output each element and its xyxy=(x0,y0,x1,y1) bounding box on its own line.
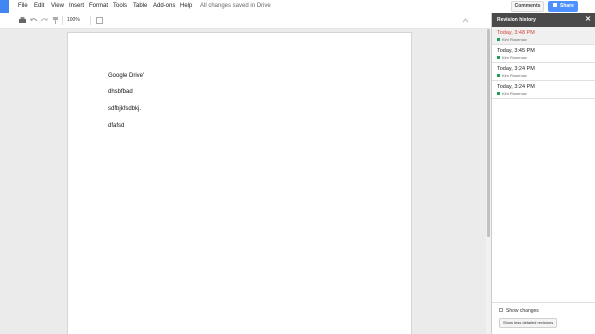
comments-button[interactable]: Comments xyxy=(511,1,544,12)
undo-icon[interactable] xyxy=(29,16,38,25)
menu-insert[interactable]: Insert xyxy=(69,3,84,9)
doc-line[interactable]: sdfbjkfsdbkj. xyxy=(108,106,141,112)
menu-view[interactable]: View xyxy=(51,3,64,9)
revision-history-panel: Revision history ✕ Today, 3:48 PM Kim Ro… xyxy=(491,13,595,334)
menu-edit[interactable]: Edit xyxy=(34,3,44,9)
menu-add-ons[interactable]: Add-ons xyxy=(153,3,175,9)
toolbar-divider xyxy=(90,16,91,25)
menu-file[interactable]: File xyxy=(18,3,28,9)
revision-time: Today, 3:24 PM xyxy=(497,84,535,90)
author-color-swatch xyxy=(497,56,500,60)
docs-logo[interactable] xyxy=(0,0,9,13)
print-icon[interactable] xyxy=(18,16,27,25)
revision-time: Today, 3:24 PM xyxy=(497,66,535,72)
format-options-icon[interactable] xyxy=(95,16,104,25)
revision-author-name: Kim Rosenow xyxy=(502,73,527,78)
menu-format[interactable]: Format xyxy=(89,3,108,9)
save-status[interactable]: All changes saved in Drive xyxy=(200,3,271,9)
revision-footer: Show changes Show less detailed revision… xyxy=(492,302,595,334)
close-icon[interactable]: ✕ xyxy=(585,13,591,27)
doc-line[interactable]: dhsbfbad xyxy=(108,89,133,95)
revision-item[interactable]: Today, 3:24 PM Kim Rosenow xyxy=(492,63,595,81)
revision-item[interactable]: Today, 3:45 PM Kim Rosenow xyxy=(492,45,595,63)
zoom-select[interactable]: 100% xyxy=(67,16,80,25)
author-color-swatch xyxy=(497,92,500,96)
doc-line[interactable]: dfafsd xyxy=(108,123,124,129)
document-canvas: Google Drive' dhsbfbad sdfbjkfsdbkj. dfa… xyxy=(0,29,486,334)
show-less-detailed-button[interactable]: Show less detailed revisions xyxy=(499,318,558,328)
revision-author: Kim Rosenow xyxy=(497,73,595,79)
show-changes-checkbox[interactable]: Show changes xyxy=(499,307,539,314)
collapse-menu-icon[interactable] xyxy=(461,16,470,25)
doc-line[interactable]: Google Drive' xyxy=(108,73,144,79)
author-color-swatch xyxy=(497,38,500,42)
menu-table[interactable]: Table xyxy=(133,3,147,9)
revision-author: Kim Rosenow xyxy=(497,91,595,97)
revision-history-title: Revision history xyxy=(497,17,536,23)
lock-icon xyxy=(553,2,557,7)
checkbox-box[interactable] xyxy=(499,307,503,312)
share-button[interactable]: Share xyxy=(548,1,578,12)
revision-author-name: Kim Rosenow xyxy=(502,91,527,96)
revision-item[interactable]: Today, 3:48 PM Kim Rosenow xyxy=(492,27,595,45)
revision-author-name: Kim Rosenow xyxy=(502,55,527,60)
revision-author: Kim Rosenow xyxy=(497,37,595,43)
revision-author: Kim Rosenow xyxy=(497,55,595,61)
share-label: Share xyxy=(560,3,574,9)
revision-item[interactable]: Today, 3:24 PM Kim Rosenow xyxy=(492,81,595,99)
revision-history-header: Revision history ✕ xyxy=(492,13,595,27)
show-changes-label: Show changes xyxy=(506,308,539,314)
redo-icon[interactable] xyxy=(40,16,49,25)
menu-tools[interactable]: Tools xyxy=(113,3,127,9)
revision-time: Today, 3:45 PM xyxy=(497,48,535,54)
menu-bar: File Edit View Insert Format Tools Table… xyxy=(0,0,595,13)
menu-help[interactable]: Help xyxy=(180,3,192,9)
paint-format-icon[interactable] xyxy=(51,16,60,25)
toolbar-divider xyxy=(62,16,63,25)
document-page[interactable]: Google Drive' dhsbfbad sdfbjkfsdbkj. dfa… xyxy=(68,33,411,334)
author-color-swatch xyxy=(497,74,500,78)
revision-author-name: Kim Rosenow xyxy=(502,37,527,42)
scroll-thumb[interactable] xyxy=(487,29,490,237)
revision-time: Today, 3:48 PM xyxy=(497,30,535,36)
toolbar: 100% xyxy=(0,13,490,29)
